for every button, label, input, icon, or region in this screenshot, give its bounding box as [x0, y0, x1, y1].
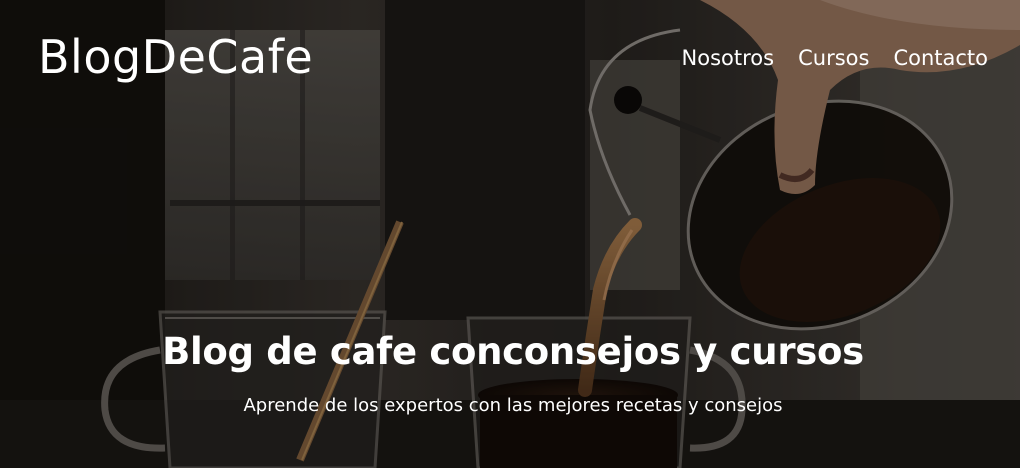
site-header: BlogDeCafe Nosotros Cursos Contacto	[0, 0, 1020, 120]
site-logo[interactable]: BlogDeCafe	[38, 30, 313, 85]
nav-link-nosotros[interactable]: Nosotros	[682, 46, 775, 71]
hero-content: Blog de cafe conconsejos y cursos Aprend…	[0, 328, 1020, 417]
main-navigation: Nosotros Cursos Contacto	[682, 46, 988, 71]
hero-title: Blog de cafe conconsejos y cursos	[162, 330, 864, 373]
hero-section: BlogDeCafe Nosotros Cursos Contacto Blog…	[0, 0, 1020, 468]
hero-subtitle: Aprende de los expertos con las mejores …	[243, 395, 783, 417]
nav-link-contacto[interactable]: Contacto	[893, 46, 988, 71]
nav-link-cursos[interactable]: Cursos	[798, 46, 869, 71]
